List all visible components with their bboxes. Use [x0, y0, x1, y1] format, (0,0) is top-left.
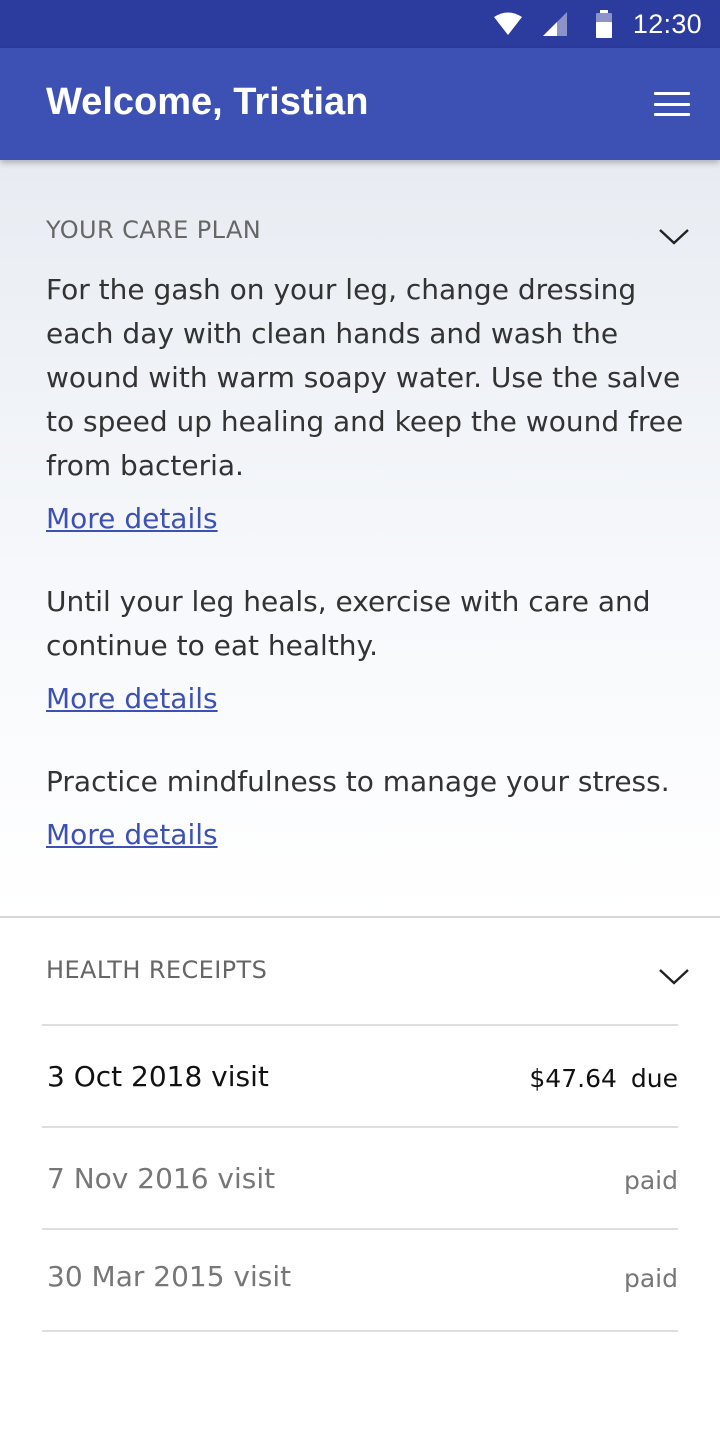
- receipt-amount-status: $47.64 due: [529, 1064, 678, 1093]
- chevron-down-icon[interactable]: [656, 224, 692, 248]
- status-bar: 12:30: [0, 0, 720, 48]
- more-details-link[interactable]: More details: [46, 502, 218, 535]
- health-receipts-title: HEALTH RECEIPTS: [46, 956, 268, 984]
- care-plan-title: YOUR CARE PLAN: [46, 216, 262, 244]
- receipt-status: due: [630, 1064, 678, 1093]
- wifi-icon: [493, 12, 522, 35]
- receipt-status: paid: [623, 1264, 678, 1293]
- status-icons: 12:30: [493, 0, 702, 48]
- care-plan-item-text: Practice mindfulness to manage your stre…: [46, 765, 670, 798]
- battery-icon: [595, 10, 612, 38]
- page-title: Welcome, Tristian: [46, 81, 369, 123]
- care-plan-section: YOUR CARE PLAN For the gash on your leg,…: [0, 160, 720, 918]
- more-details-link[interactable]: More details: [46, 682, 218, 715]
- receipt-date: 30 Mar 2015 visit: [47, 1260, 292, 1293]
- app-bar: Welcome, Tristian: [0, 48, 720, 160]
- status-time: 12:30: [632, 8, 702, 39]
- care-plan-item-text: Until your leg heals, exercise with care…: [46, 585, 651, 662]
- receipt-row[interactable]: 7 Nov 2016 visit paid: [42, 1128, 678, 1230]
- receipt-date: 3 Oct 2018 visit: [47, 1060, 269, 1093]
- hamburger-menu-icon[interactable]: [646, 86, 698, 122]
- signal-icon: [542, 12, 567, 36]
- care-plan-item-text: For the gash on your leg, change dressin…: [46, 273, 684, 482]
- receipt-amount: $47.64: [529, 1064, 617, 1093]
- receipt-date: 7 Nov 2016 visit: [47, 1162, 276, 1195]
- health-receipts-section: HEALTH RECEIPTS 3 Oct 2018 visit $47.64 d…: [0, 920, 720, 1454]
- receipt-status: paid: [623, 1166, 678, 1195]
- receipt-row[interactable]: 3 Oct 2018 visit $47.64 due: [42, 1024, 678, 1128]
- more-details-link[interactable]: More details: [46, 818, 218, 851]
- receipt-row[interactable]: 30 Mar 2015 visit paid: [42, 1230, 678, 1332]
- chevron-down-icon[interactable]: [656, 964, 692, 988]
